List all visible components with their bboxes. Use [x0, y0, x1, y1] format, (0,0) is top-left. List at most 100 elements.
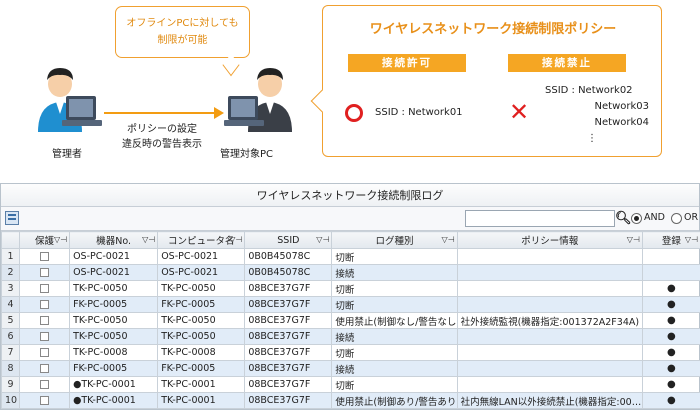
- offline-note-bubble: オフラインPCに対しても 制限が可能: [115, 6, 250, 77]
- cell-device-no: TK-PC-0050: [69, 328, 159, 345]
- allowed-ssid: SSID : Network01: [375, 107, 463, 118]
- protect-checkbox[interactable]: [40, 316, 50, 325]
- cell-ssid: 0B0B45078C: [244, 248, 333, 265]
- col-header-policy-info[interactable]: ポリシー情報 ▽⊣: [456, 231, 643, 249]
- and-label: AND: [644, 212, 665, 223]
- cell-registered: ●: [641, 392, 700, 409]
- cell-policy-info: [456, 344, 643, 361]
- table-header-row: 保護 ▽⊣ 機器No. ▽⊣ コンピュータ名 ▽⊣ SSID ▽⊣ ログ種別 ▽⊣ ポリシ…: [0, 231, 700, 249]
- filter-icon[interactable]: ▽⊣: [229, 235, 242, 244]
- filter-icon[interactable]: ▽⊣: [316, 235, 329, 244]
- cell-policy-info: [456, 360, 643, 377]
- or-label: OR: [684, 212, 699, 223]
- cell-computer-name: TK-PC-0001: [157, 376, 246, 393]
- filter-icon[interactable]: ▽⊣: [685, 235, 698, 244]
- protect-checkbox[interactable]: [40, 380, 50, 389]
- protect-checkbox[interactable]: [40, 348, 50, 357]
- cell-device-no: OS-PC-0021: [69, 248, 159, 265]
- protect-checkbox[interactable]: [40, 284, 50, 293]
- row-index: 5: [0, 312, 21, 329]
- log-toolbar: 🔍︎ AND OR: [1, 207, 699, 231]
- col-header-device-no[interactable]: 機器No. ▽⊣: [69, 231, 159, 249]
- cell-log-type: 切断: [331, 344, 458, 361]
- table-row[interactable]: 6 TK-PC-0050 TK-PC-0050 08BCE37G7F 接続 ●: [0, 328, 700, 345]
- cell-ssid: 08BCE37G7F: [244, 296, 333, 313]
- filter-icon[interactable]: ▽⊣: [627, 235, 640, 244]
- search-input[interactable]: [465, 210, 615, 227]
- filter-icon[interactable]: ▽⊣: [441, 235, 454, 244]
- cell-device-no: ●TK-PC-0001: [69, 392, 159, 409]
- filter-icon[interactable]: ▽⊣: [142, 235, 155, 244]
- row-index: 6: [0, 328, 21, 345]
- table-row[interactable]: 3 TK-PC-0050 TK-PC-0050 08BCE37G7F 切断 ●: [0, 280, 700, 297]
- target-pc-person-icon: [224, 68, 292, 132]
- cell-computer-name: FK-PC-0005: [157, 360, 246, 377]
- cell-log-type: 切断: [331, 296, 458, 313]
- cell-registered: [641, 248, 700, 265]
- protect-checkbox[interactable]: [40, 332, 50, 341]
- row-index: 10: [0, 392, 21, 409]
- target-pc-label: 管理対象PC: [220, 149, 274, 160]
- export-icon[interactable]: [5, 211, 19, 225]
- bubble-tail: [310, 89, 334, 113]
- allow-label: 接続許可: [348, 54, 466, 72]
- cell-policy-info: 社外接続監視(機器指定:001372A2F34A): [456, 312, 643, 329]
- table-row[interactable]: 8 FK-PC-0005 FK-PC-0005 08BCE37G7F 接続 ●: [0, 360, 700, 377]
- cell-log-type: 接続: [331, 264, 458, 281]
- col-header-computer-name[interactable]: コンピュータ名 ▽⊣: [157, 231, 246, 249]
- row-index: 8: [0, 360, 21, 377]
- row-index: 3: [0, 280, 21, 297]
- or-radio[interactable]: [671, 213, 682, 224]
- cell-device-no: ●TK-PC-0001: [69, 376, 159, 393]
- row-index: 2: [0, 264, 21, 281]
- col-header-protect[interactable]: 保護 ▽⊣: [19, 231, 71, 249]
- cell-device-no: TK-PC-0008: [69, 344, 159, 361]
- offline-note-line2: 制限が可能: [157, 35, 208, 46]
- and-radio[interactable]: [631, 213, 642, 224]
- cell-policy-info: [456, 264, 643, 281]
- col-header-registered[interactable]: 登録 ▽⊣: [641, 231, 700, 249]
- table-row[interactable]: 10 ●TK-PC-0001 TK-PC-0001 08BCE37G7F 使用禁…: [0, 392, 700, 409]
- table-row[interactable]: 5 TK-PC-0050 TK-PC-0050 08BCE37G7F 使用禁止(…: [0, 312, 700, 329]
- table-row[interactable]: 9 ●TK-PC-0001 TK-PC-0001 08BCE37G7F 切断 ●: [0, 376, 700, 393]
- cell-registered: ●: [641, 296, 700, 313]
- cell-ssid: 0B0B45078C: [244, 264, 333, 281]
- cell-registered: ●: [641, 312, 700, 329]
- table-row[interactable]: 7 TK-PC-0008 TK-PC-0008 08BCE37G7F 切断 ●: [0, 344, 700, 361]
- search-icon[interactable]: 🔍︎: [615, 210, 632, 227]
- cell-registered: [641, 264, 700, 281]
- cell-policy-info: [456, 280, 643, 297]
- table-row[interactable]: 4 FK-PC-0005 FK-PC-0005 08BCE37G7F 切断 ●: [0, 296, 700, 313]
- admin-person-icon: [38, 68, 102, 132]
- cell-registered: ●: [641, 280, 700, 297]
- protect-checkbox[interactable]: [40, 300, 50, 309]
- cell-computer-name: OS-PC-0021: [157, 248, 246, 265]
- cell-ssid: 08BCE37G7F: [244, 376, 333, 393]
- row-index: 9: [0, 376, 21, 393]
- table-row[interactable]: 2 OS-PC-0021 OS-PC-0021 0B0B45078C 接続: [0, 264, 700, 281]
- filter-icon[interactable]: ▽⊣: [54, 235, 67, 244]
- table-row[interactable]: 1 OS-PC-0021 OS-PC-0021 0B0B45078C 切断: [0, 248, 700, 265]
- offline-note-line1: オフラインPCに対しても: [126, 18, 239, 29]
- cell-log-type: 使用禁止(制御なし/警告なし): [331, 312, 458, 329]
- col-header-ssid[interactable]: SSID ▽⊣: [244, 231, 333, 249]
- cell-registered: ●: [641, 360, 700, 377]
- arrow-caption: ポリシーの設定 違反時の警告表示: [110, 122, 214, 152]
- cell-ssid: 08BCE37G7F: [244, 328, 333, 345]
- cell-computer-name: TK-PC-0050: [157, 312, 246, 329]
- protect-checkbox[interactable]: [40, 268, 50, 277]
- protect-checkbox[interactable]: [40, 364, 50, 373]
- cell-policy-info: [456, 296, 643, 313]
- cell-log-type: 切断: [331, 248, 458, 265]
- cell-log-type: 接続: [331, 360, 458, 377]
- cell-computer-name: TK-PC-0008: [157, 344, 246, 361]
- protect-checkbox[interactable]: [40, 396, 50, 405]
- denied-ssid: Network04: [594, 117, 649, 128]
- policy-arrow: [104, 112, 216, 114]
- cell-log-type: 接続: [331, 328, 458, 345]
- log-table: 保護 ▽⊣ 機器No. ▽⊣ コンピュータ名 ▽⊣ SSID ▽⊣ ログ種別 ▽⊣ ポリシ…: [0, 231, 700, 409]
- col-header-log-type[interactable]: ログ種別 ▽⊣: [331, 231, 458, 249]
- cell-device-no: FK-PC-0005: [69, 296, 159, 313]
- protect-checkbox[interactable]: [40, 252, 50, 261]
- cell-registered: ●: [641, 328, 700, 345]
